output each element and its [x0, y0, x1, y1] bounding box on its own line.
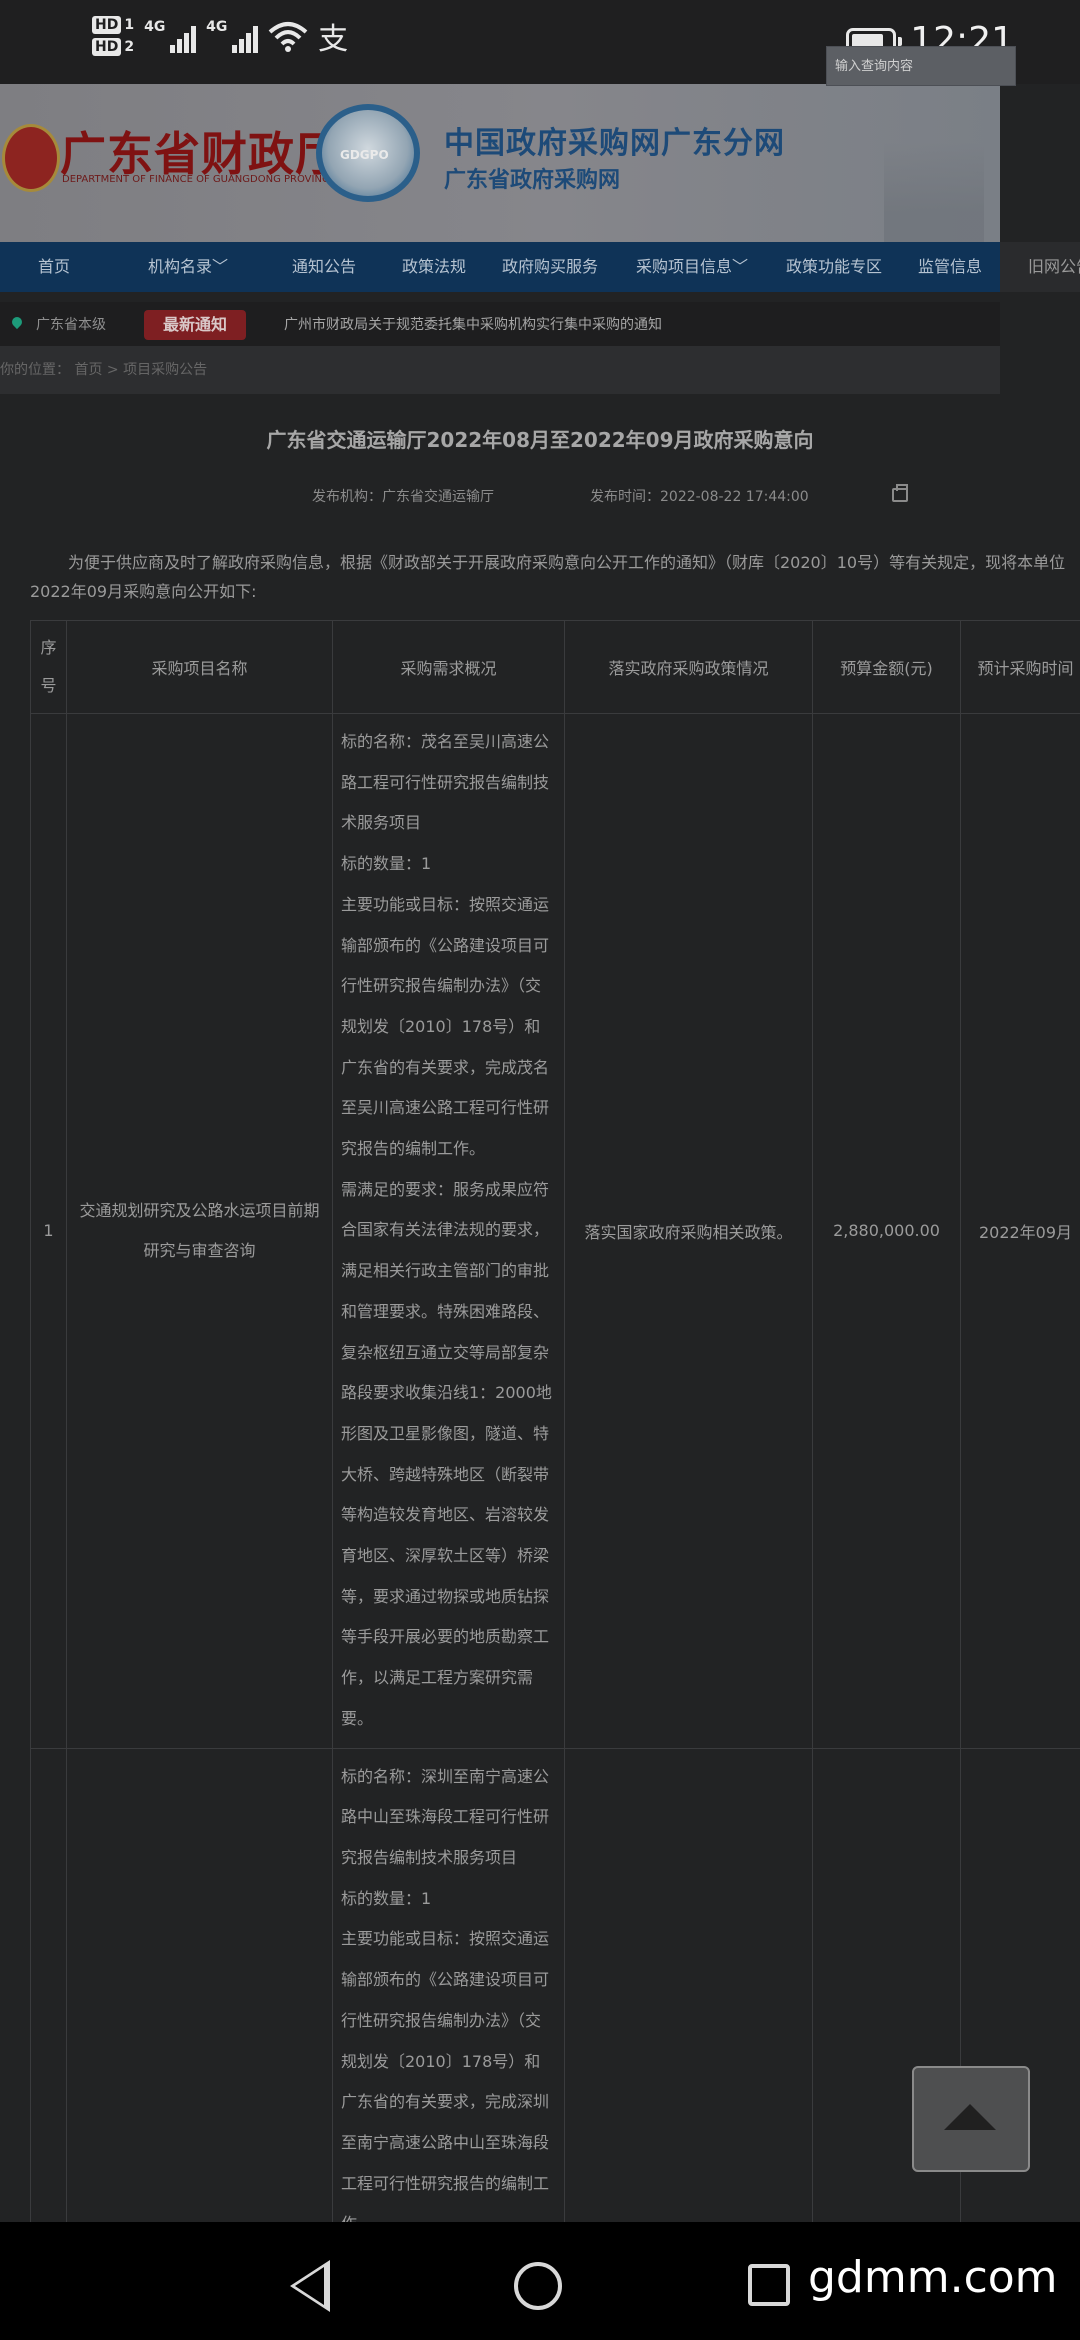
page-title: 广东省交通运输厅2022年08月至2022年09月政府采购意向: [266, 428, 814, 452]
site-subtitle: 广东省政府采购网: [444, 168, 621, 193]
sim1-hd-icon: HD: [92, 16, 122, 34]
alipay-icon: 支: [318, 22, 349, 57]
nav-home[interactable]: 首页: [38, 242, 70, 292]
status-left: HD 1 HD 2 4G 4G 支: [92, 14, 348, 58]
col-header-index: 序号: [30, 620, 67, 714]
cell-policy: [564, 1747, 813, 2255]
network-type-2: 4G: [206, 19, 228, 35]
finance-dept-logo-subtitle: DEPARTMENT OF FINANCE OF GUANGDONG PROVI…: [62, 174, 336, 185]
col-header-time: 预计采购时间: [960, 620, 1080, 714]
location-pin-icon: [9, 314, 25, 330]
national-emblem-icon: [2, 124, 60, 192]
procurement-table: 序号 采购项目名称 采购需求概况 落实政府采购政策情况 预算金额(元) 预计采购…: [30, 620, 1080, 2255]
site-title: 中国政府采购网广东分网: [444, 126, 785, 161]
table-row: 1 交通规划研究及公路水运项目前期研究与审查咨询 标的名称：茂名至吴川高速公路工…: [30, 713, 1080, 1749]
search-input[interactable]: 输入查询内容: [826, 46, 1016, 86]
region-selector[interactable]: 广东省本级: [36, 314, 106, 334]
sim2-hd-icon: HD: [92, 38, 122, 56]
nav-supervision[interactable]: 监管信息: [918, 242, 982, 292]
scroll-to-top-button[interactable]: [912, 2066, 1030, 2172]
notice-bar: 广东省本级 最新通知 广州市财政局关于规范委托集中采购机构实行集中采购的通知: [0, 302, 1000, 346]
home-icon[interactable]: [514, 2262, 562, 2310]
cell-budget: [812, 1747, 961, 2255]
sim-indicator: HD 1 HD 2: [92, 16, 134, 56]
latest-notice-badge: 最新通知: [144, 310, 246, 340]
cell-time: 2022年09月: [960, 713, 1080, 1749]
col-header-name: 采购项目名称: [66, 620, 333, 714]
cell-requirement: 标的名称：茂名至吴川高速公路工程可行性研究报告编制技术服务项目 标的数量：1 主…: [332, 713, 565, 1749]
breadcrumb: 你的位置： 首页 > 项目采购公告: [0, 346, 1000, 394]
intro-paragraph: 为便于供应商及时了解政府采购信息，根据《财政部关于开展政府采购意向公开工作的通知…: [30, 553, 1066, 601]
cell-index: [30, 1747, 67, 2255]
cell-index: 1: [30, 713, 67, 1749]
recent-apps-icon[interactable]: [748, 2264, 790, 2306]
cell-budget: 2,880,000.00: [812, 713, 961, 1749]
main-nav: 首页 机构名录﹀ 通知公告 政策法规 政府购买服务 采购项目信息﹀ 政策功能专区…: [0, 242, 1080, 292]
nav-notices[interactable]: 通知公告: [292, 242, 356, 292]
skyline-decoration: [884, 142, 984, 242]
cell-name: 交通规划研究及公路水运项目前期研究与审查咨询: [66, 713, 333, 1749]
sim2-number: 2: [124, 39, 135, 55]
col-header-budget: 预算金额(元): [812, 620, 961, 714]
print-icon[interactable]: [892, 484, 908, 502]
signal-icon-1: 4G: [144, 19, 197, 53]
system-navigation-bar: gdmm.com: [0, 2222, 1080, 2340]
gdgpo-logo-text: GDGPO: [340, 148, 389, 162]
back-icon[interactable]: [290, 2260, 330, 2312]
sim1-number: 1: [124, 17, 135, 33]
nav-policies[interactable]: 政策法规: [402, 242, 466, 292]
network-type-1: 4G: [144, 19, 166, 35]
wifi-icon: [268, 22, 308, 52]
cell-requirement: 标的名称：深圳至南宁高速公路中山至珠海段工程可行性研究报告编制技术服务项目 标的…: [332, 1747, 565, 2255]
nav-directory[interactable]: 机构名录﹀: [148, 242, 228, 292]
site-header: 广东省财政厅 DEPARTMENT OF FINANCE OF GUANGDON…: [0, 84, 1000, 242]
watermark: gdmm.com: [808, 2252, 1058, 2303]
col-header-requirement: 采购需求概况: [332, 620, 565, 714]
nav-procurement-info[interactable]: 采购项目信息﹀: [636, 242, 748, 292]
signal-icon-2: 4G: [206, 19, 259, 53]
publish-time: 发布时间：2022-08-22 17:44:00: [590, 489, 809, 505]
cell-policy: 落实国家政府采购相关政策。: [564, 713, 813, 1749]
nav-old-notices[interactable]: 旧网公告: [1028, 242, 1080, 292]
table-header-row: 序号 采购项目名称 采购需求概况 落实政府采购政策情况 预算金额(元) 预计采购…: [30, 620, 1080, 714]
nav-gov-services[interactable]: 政府购买服务: [502, 242, 598, 292]
cell-time: [960, 1747, 1080, 2255]
cell-name: [66, 1747, 333, 2255]
notice-ticker-link[interactable]: 广州市财政局关于规范委托集中采购机构实行集中采购的通知: [284, 314, 662, 334]
publisher: 发布机构：广东省交通运输厅: [312, 489, 494, 505]
nav-policy-zone[interactable]: 政策功能专区: [786, 242, 882, 292]
col-header-policy: 落实政府采购政策情况: [564, 620, 813, 714]
table-row: 标的名称：深圳至南宁高速公路中山至珠海段工程可行性研究报告编制技术服务项目 标的…: [30, 1747, 1080, 2255]
